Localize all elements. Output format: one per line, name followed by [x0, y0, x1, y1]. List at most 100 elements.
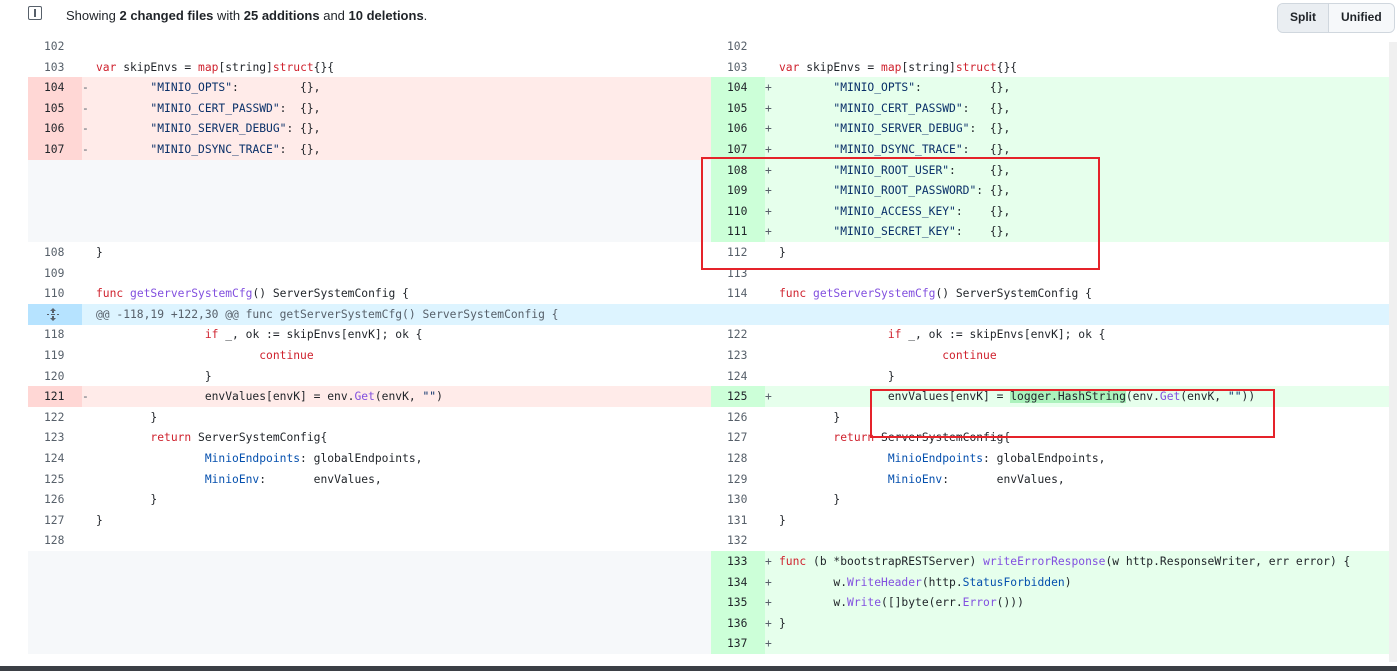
- line-number[interactable]: 126: [711, 407, 765, 428]
- left-diff-line: 107- "MINIO_DSYNC_TRACE": {},: [28, 139, 711, 160]
- code-text: envValues[envK] = logger.HashString(env.…: [779, 390, 1256, 404]
- line-number[interactable]: 122: [711, 324, 765, 345]
- line-number[interactable]: 114: [711, 283, 765, 304]
- code-text: "MINIO_SERVER_DEBUG": {},: [150, 122, 321, 136]
- summary-with: with: [213, 8, 244, 23]
- code-text: }: [96, 513, 103, 527]
- left-diff-line: 102: [28, 36, 711, 57]
- code-text: "MINIO_CERT_PASSWD": {},: [833, 101, 1011, 115]
- diff-row: 122 } 126 }: [28, 407, 1394, 428]
- right-diff-line: 131}: [711, 510, 1394, 531]
- file-tree-toggle-icon[interactable]: [28, 6, 42, 20]
- right-diff-line: 132: [711, 530, 1394, 551]
- diff-row: 135 + w.Write([]byte(err.Error())): [28, 592, 1394, 614]
- line-number[interactable]: 133: [711, 551, 765, 572]
- summary-and: and: [319, 8, 349, 23]
- line-number[interactable]: 102: [28, 36, 82, 57]
- code-text: }: [96, 246, 103, 259]
- diff-row: 107- "MINIO_DSYNC_TRACE": {}, 107 + "MINIO…: [28, 139, 1394, 160]
- code-text: var skipEnvs = map[string]struct{}{: [779, 60, 1018, 74]
- left-diff-line: 119 continue: [28, 345, 711, 366]
- line-number[interactable]: 103: [28, 57, 82, 78]
- line-number[interactable]: 113: [711, 263, 765, 284]
- line-number[interactable]: 124: [28, 448, 82, 469]
- line-number[interactable]: 108: [28, 242, 82, 263]
- left-diff-line: 108}: [28, 242, 711, 263]
- line-number[interactable]: 108: [711, 159, 765, 181]
- line-number[interactable]: 121: [28, 386, 82, 408]
- line-number[interactable]: 131: [711, 510, 765, 531]
- diff-row: 118 if _, ok := skipEnvs[envK]; ok {122 …: [28, 324, 1394, 345]
- line-number[interactable]: 118: [28, 324, 82, 345]
- diff-row: 110 func getServerSystemCfg() ServerSyste…: [28, 283, 1394, 304]
- line-number[interactable]: 123: [28, 427, 82, 448]
- left-empty-line: [28, 180, 711, 202]
- code-text: }: [96, 493, 158, 507]
- left-diff-line: 104- "MINIO_OPTS": {},: [28, 77, 711, 99]
- line-number[interactable]: 106: [28, 118, 82, 140]
- line-number[interactable]: 104: [711, 77, 765, 99]
- code-text: return ServerSystemConfig{: [150, 431, 328, 445]
- line-number[interactable]: 129: [711, 469, 765, 490]
- line-number[interactable]: 106: [711, 118, 765, 140]
- line-number[interactable]: 128: [28, 530, 82, 551]
- code-text: w.WriteHeader(http.StatusForbidden): [779, 575, 1072, 589]
- diff-row: 111 + "MINIO_SECRET_KEY": {},: [28, 221, 1394, 243]
- unified-view-button[interactable]: Unified: [1329, 4, 1394, 32]
- line-number[interactable]: 125: [28, 469, 82, 490]
- line-number[interactable]: 105: [711, 97, 765, 119]
- line-number[interactable]: 107: [711, 139, 765, 160]
- right-diff-line: 126 }: [711, 407, 1394, 428]
- line-number[interactable]: 110: [28, 283, 82, 304]
- diff-row: 126 } 130 }: [28, 489, 1394, 510]
- code-text: MinioEndpoints: globalEndpoints,: [204, 452, 423, 465]
- line-number[interactable]: 122: [28, 407, 82, 428]
- left-diff-line: 128: [28, 530, 711, 551]
- line-number[interactable]: 135: [711, 592, 765, 614]
- line-number[interactable]: 128: [711, 448, 765, 469]
- left-empty-line: [28, 571, 711, 593]
- line-number[interactable]: 104: [28, 77, 82, 99]
- line-number[interactable]: 125: [711, 386, 765, 408]
- right-diff-line: 122 if _, ok := skipEnvs[envK]; ok {: [711, 324, 1394, 345]
- summary-prefix: Showing: [66, 8, 120, 23]
- right-diff-line: 102: [711, 36, 1394, 57]
- expand-lines-button[interactable]: [28, 303, 82, 325]
- line-number[interactable]: 102: [711, 36, 765, 57]
- line-number[interactable]: 105: [28, 97, 82, 119]
- bottom-edge-bar: [0, 666, 1397, 671]
- code-text: continue: [259, 349, 314, 362]
- line-number[interactable]: 111: [711, 221, 765, 243]
- line-number[interactable]: 127: [28, 510, 82, 531]
- line-number[interactable]: 136: [711, 612, 765, 634]
- code-text: "MINIO_SERVER_DEBUG": {},: [833, 122, 1011, 136]
- line-number[interactable]: 109: [711, 180, 765, 202]
- line-number[interactable]: 132: [711, 530, 765, 551]
- code-text: }: [779, 493, 841, 507]
- line-number[interactable]: 137: [711, 633, 765, 655]
- line-number[interactable]: 119: [28, 345, 82, 366]
- diff-sign: +: [765, 143, 772, 156]
- code-text: func getServerSystemCfg() ServerSystemCo…: [779, 287, 1092, 301]
- deletions-count: 10 deletions: [348, 8, 424, 23]
- view-mode-toggle: Split Unified: [1277, 3, 1395, 33]
- code-text: MinioEnv: envValues,: [887, 472, 1065, 486]
- line-number[interactable]: 127: [711, 427, 765, 448]
- code-text: var skipEnvs = map[string]struct{}{: [96, 60, 335, 74]
- line-number[interactable]: 103: [711, 57, 765, 78]
- line-number[interactable]: 107: [28, 139, 82, 160]
- line-number[interactable]: 120: [28, 366, 82, 387]
- line-number[interactable]: 110: [711, 200, 765, 222]
- line-number[interactable]: 112: [711, 242, 765, 263]
- diff-row: 102 102: [28, 36, 1394, 57]
- line-number[interactable]: 109: [28, 263, 82, 284]
- vertical-scrollbar[interactable]: [1389, 42, 1397, 662]
- line-number[interactable]: 123: [711, 345, 765, 366]
- diff-sign: -: [82, 390, 89, 404]
- split-view-button[interactable]: Split: [1278, 4, 1329, 32]
- line-number[interactable]: 130: [711, 489, 765, 510]
- line-number[interactable]: 134: [711, 571, 765, 593]
- line-number[interactable]: 124: [711, 366, 765, 387]
- line-number[interactable]: 126: [28, 489, 82, 510]
- right-diff-line: 123 continue: [711, 345, 1394, 366]
